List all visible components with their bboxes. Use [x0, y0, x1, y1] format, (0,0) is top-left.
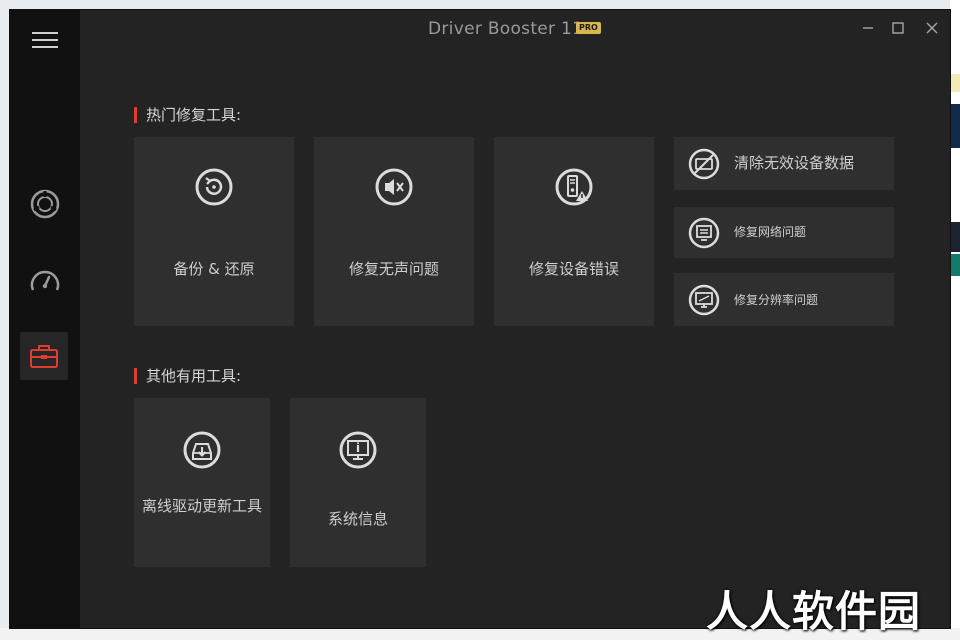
resolution-icon: [688, 284, 720, 316]
watermark-text: 人人软件园: [706, 587, 922, 636]
close-icon[interactable]: [920, 18, 944, 38]
desktop-background-strip: [950, 254, 960, 276]
tile-label: 备份 & 还原: [173, 260, 255, 278]
section-title-other: 其他有用工具:: [134, 367, 241, 385]
scan-icon[interactable]: [21, 180, 69, 228]
desktop-background: [950, 0, 960, 640]
clean-device-icon: [688, 148, 720, 180]
minimize-icon[interactable]: [856, 18, 880, 38]
tile-label: 系统信息: [327, 510, 388, 528]
pro-badge: PRO: [576, 22, 601, 34]
sound-mute-icon: [375, 168, 413, 206]
system-info-icon: [339, 431, 377, 469]
offline-driver-update-tile[interactable]: 离线驱动更新工具: [134, 398, 270, 567]
toolbox-icon[interactable]: [20, 332, 68, 380]
title-bar: Driver Booster 11 PRO: [80, 10, 950, 50]
tile-label: 清除无效设备数据: [734, 154, 855, 172]
tile-label: 修复无声问题: [348, 260, 439, 278]
sidebar: [10, 10, 80, 628]
fix-device-error-tile[interactable]: 修复设备错误: [494, 137, 654, 326]
hamburger-menu-icon[interactable]: [32, 32, 58, 50]
tile-label: 离线驱动更新工具: [142, 497, 263, 515]
system-info-tile[interactable]: 系统信息: [290, 398, 426, 567]
fix-network-tile[interactable]: 修复网络问题: [674, 207, 894, 258]
fix-resolution-tile[interactable]: 修复分辨率问题: [674, 273, 894, 326]
network-icon: [688, 217, 720, 249]
fix-sound-tile[interactable]: 修复无声问题: [314, 137, 474, 326]
speedometer-icon[interactable]: [21, 258, 69, 306]
app-window: Driver Booster 11 PRO 热门修复工具: 备份 & 还原 修复…: [10, 10, 950, 628]
tile-label: 修复设备错误: [528, 260, 619, 278]
device-error-icon: [555, 168, 593, 206]
maximize-icon[interactable]: [886, 18, 910, 38]
tile-label: 修复网络问题: [734, 225, 807, 239]
offline-update-icon: [183, 431, 221, 469]
section-title-popular: 热门修复工具:: [134, 106, 241, 124]
clean-device-data-tile[interactable]: 清除无效设备数据: [674, 137, 894, 190]
tile-label: 修复分辨率问题: [734, 293, 819, 307]
desktop-background-strip: [950, 74, 960, 92]
desktop-background-strip: [950, 222, 960, 252]
backup-restore-icon: [195, 168, 233, 206]
desktop-background-strip: [950, 104, 960, 148]
backup-restore-tile[interactable]: 备份 & 还原: [134, 137, 294, 326]
app-title: Driver Booster 11: [428, 19, 584, 39]
